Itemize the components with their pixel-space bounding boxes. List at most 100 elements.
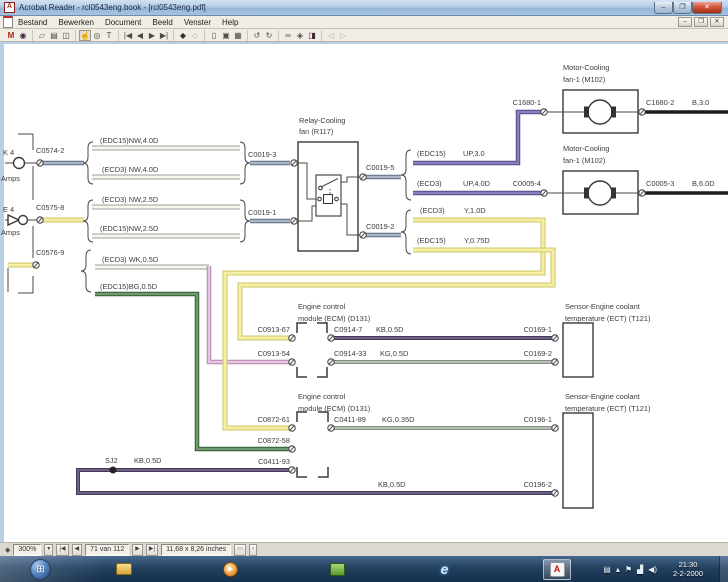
fit-width-icon[interactable]: ▦ <box>232 30 244 41</box>
document-icon[interactable] <box>3 16 13 28</box>
restore-button[interactable]: ❐ <box>673 2 692 14</box>
system-tray: ▤ ▴ ⚑ ▟ ◀) 21:30 2-2-2000 <box>603 556 728 582</box>
doc-restore-button[interactable]: ❐ <box>694 17 708 27</box>
first-page-icon[interactable]: |◀ <box>122 30 134 41</box>
label-ecm2-title-2: module (ECM) (D131) <box>298 404 370 413</box>
label-b30: B,3.0 <box>692 98 709 107</box>
actual-size-icon[interactable]: ▯ <box>208 30 220 41</box>
keyboard-tray-icon[interactable]: ▤ <box>603 565 611 574</box>
document-window-controls: – ❐ ✕ <box>678 17 724 27</box>
adobe-online-icon[interactable]: M <box>5 30 17 41</box>
open-icon[interactable]: ▱ <box>36 30 48 41</box>
search-icon[interactable]: ◈ <box>294 30 306 41</box>
menu-venster[interactable]: Venster <box>184 18 211 27</box>
continuous-layout-button[interactable]: ▫ <box>249 544 257 556</box>
folder-icon <box>116 563 132 575</box>
ecm2-box <box>297 412 328 477</box>
page-indicator[interactable]: 71 van 112 <box>85 544 129 556</box>
label-kb05-3: KB,0.5D <box>378 480 406 489</box>
ect1-box <box>563 323 593 377</box>
start-button[interactable]: ⊞ <box>30 559 51 580</box>
label-up2-val: UP,4.0D <box>463 179 490 188</box>
menu-bestand[interactable]: Bestand <box>18 18 47 27</box>
taskbar-clock[interactable]: 21:30 2-2-2000 <box>664 560 712 578</box>
menubar: Bestand Bewerken Document Beeld Venster … <box>0 16 728 29</box>
label-ect2-title-1: Sensor-Engine coolant <box>565 392 640 401</box>
text-select-tool-icon[interactable]: T <box>103 30 115 41</box>
show-desktop-button[interactable] <box>719 556 728 582</box>
volume-icon[interactable]: ◀) <box>648 565 657 574</box>
label-bg05: (EDC15)BG,0.5D <box>100 282 157 291</box>
action-center-flag-icon[interactable]: ⚑ <box>625 565 632 574</box>
next-view-icon[interactable]: ◇ <box>189 30 201 41</box>
label-c0411-89: C0411-89 <box>334 415 366 424</box>
label-ecm2-title-1: Engine control <box>298 392 346 401</box>
label-up2-tag: (ECD3) <box>417 179 442 188</box>
label-ect1-title-2: temperature (ECT) (T121) <box>565 314 650 323</box>
acrobat-reader-icon: A <box>550 562 565 577</box>
hand-tool-icon[interactable]: ☝ <box>79 30 91 41</box>
explorer-taskbar-button[interactable] <box>115 561 132 578</box>
sj2-splice-dot <box>110 467 117 474</box>
network-icon[interactable]: ▟ <box>637 565 643 574</box>
next-page-button[interactable]: ▶ <box>132 544 143 556</box>
internet-explorer-taskbar-button[interactable]: e <box>436 561 453 578</box>
internet-explorer-icon: e <box>441 561 449 577</box>
statusbar: ◆ 300% ▾ |◀ ◀ 71 van 112 ▶ ▶| 11,68 x 8,… <box>0 542 728 556</box>
find-icon[interactable]: ∞ <box>282 30 294 41</box>
ecm1-box <box>297 323 327 377</box>
label-nw40-ecd3: (ECD3) NW,4.0D <box>102 165 158 174</box>
doc-close-button[interactable]: ✕ <box>710 17 724 27</box>
last-page-button[interactable]: ▶| <box>146 544 158 556</box>
prev-result-icon[interactable]: ◁ <box>325 30 337 41</box>
label-c1680-1: C1680-1 <box>513 98 541 107</box>
search-results-icon[interactable]: ◨ <box>306 30 318 41</box>
menu-document[interactable]: Document <box>105 18 141 27</box>
label-c0913-67: C0913-67 <box>258 325 290 334</box>
rotate-right-icon[interactable]: ↻ <box>263 30 275 41</box>
taskbar-icons: ▶ e A <box>115 559 571 580</box>
acrobat-services-icon[interactable]: ◉ <box>17 30 29 41</box>
media-player-icon: ▶ <box>223 562 238 577</box>
next-result-icon[interactable]: ▷ <box>337 30 349 41</box>
zoom-level[interactable]: 300% <box>13 544 41 556</box>
zoom-dropdown-button[interactable]: ▾ <box>44 544 53 556</box>
label-c0019-2: C0019-2 <box>366 222 394 231</box>
rotate-left-icon[interactable]: ↺ <box>251 30 263 41</box>
label-c0914-7: C0914-7 <box>334 325 362 334</box>
prev-page-button[interactable]: ◀ <box>72 544 83 556</box>
close-button[interactable]: ✕ <box>692 2 722 14</box>
zoom-tool-icon[interactable]: ◎ <box>91 30 103 41</box>
media-player-taskbar-button[interactable]: ▶ <box>222 561 239 578</box>
fit-page-icon[interactable]: ▣ <box>220 30 232 41</box>
green-app-taskbar-button[interactable] <box>329 561 346 578</box>
prev-view-icon[interactable]: ◆ <box>177 30 189 41</box>
label-kb05-2: KB,0.5D <box>134 456 162 465</box>
menu-bewerken[interactable]: Bewerken <box>58 18 94 27</box>
menu-beeld[interactable]: Beeld <box>152 18 172 27</box>
statusbar-nav-icon[interactable]: ◆ <box>5 546 10 554</box>
label-nw40-edc15: (EDC15)NW,4.0D <box>100 136 158 145</box>
taskbar: ⊞ ▶ e A ▤ ▴ ⚑ ▟ ◀) 21:30 2-2-2000 <box>0 556 728 582</box>
page-size-indicator: 11,68 x 8,26 inches <box>161 544 231 556</box>
label-e4: E 4 <box>3 205 14 214</box>
label-c0019-3: C0019-3 <box>248 150 276 159</box>
print-icon[interactable]: ▤ <box>48 30 60 41</box>
acrobat-reader-taskbar-button[interactable]: A <box>543 559 571 580</box>
prev-page-icon[interactable]: ◀ <box>134 30 146 41</box>
next-page-icon[interactable]: ▶ <box>146 30 158 41</box>
clock-date: 2-2-2000 <box>664 569 712 578</box>
menu-help[interactable]: Help <box>222 18 238 27</box>
single-page-layout-button[interactable]: ▭ <box>234 544 246 556</box>
navigation-pane-icon[interactable]: ◫ <box>60 30 72 41</box>
show-hidden-icons-arrow[interactable]: ▴ <box>616 565 620 574</box>
last-page-icon[interactable]: ▶| <box>158 30 170 41</box>
first-page-button[interactable]: |◀ <box>56 544 68 556</box>
minimize-button[interactable]: – <box>654 2 673 14</box>
label-c0913-54: C0913-54 <box>258 349 290 358</box>
label-c0196-1: C0196-1 <box>524 415 552 424</box>
label-ect1-title-1: Sensor-Engine coolant <box>565 302 640 311</box>
doc-minimize-button[interactable]: – <box>678 17 692 27</box>
label-relay-title-2: fan (R117) <box>299 127 333 136</box>
label-kg05: KG,0.5D <box>380 349 408 358</box>
